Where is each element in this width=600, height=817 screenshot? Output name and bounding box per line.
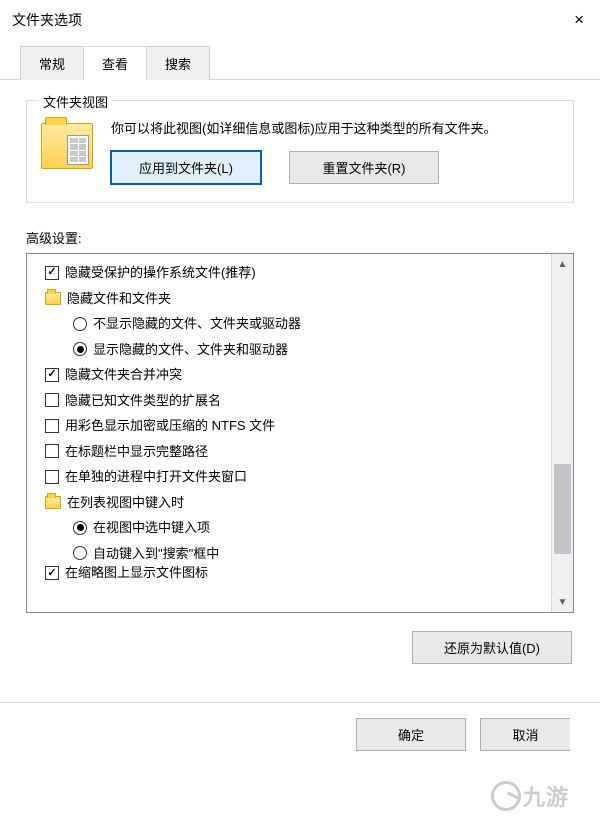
tree-item-label: 在缩略图上显示文件图标: [65, 566, 208, 580]
tree-item-5[interactable]: 隐藏已知文件类型的扩展名: [35, 388, 551, 414]
tree-item-label: 显示隐藏的文件、文件夹和驱动器: [93, 340, 288, 360]
tree-item-8[interactable]: 在单独的进程中打开文件夹窗口: [35, 464, 551, 490]
tree-item-7[interactable]: 在标题栏中显示完整路径: [35, 439, 551, 465]
scroll-down-icon[interactable]: ▼: [552, 592, 573, 612]
radio-icon: [73, 521, 87, 535]
window-title: 文件夹选项: [12, 10, 82, 30]
checkbox-icon: [45, 419, 59, 433]
checkbox-icon: [45, 470, 59, 484]
tree-item-label: 隐藏文件夹合并冲突: [65, 365, 182, 385]
tree-item-10[interactable]: 在视图中选中键入项: [35, 515, 551, 541]
scrollbar-thumb[interactable]: [554, 464, 571, 554]
advanced-settings-tree[interactable]: 隐藏受保护的操作系统文件(推荐) 隐藏文件和文件夹不显示隐藏的文件、文件夹或驱动器…: [26, 253, 574, 613]
scrollbar-vertical[interactable]: ▲ ▼: [551, 254, 573, 612]
tree-item-label: 在标题栏中显示完整路径: [65, 442, 208, 462]
radio-icon: [73, 546, 87, 560]
checkbox-icon: [45, 368, 59, 382]
tree-item-label: 不显示隐藏的文件、文件夹或驱动器: [93, 314, 301, 334]
tree-item-6[interactable]: 用彩色显示加密或压缩的 NTFS 文件: [35, 413, 551, 439]
tree-item-label: 隐藏已知文件类型的扩展名: [65, 391, 221, 411]
checkbox-icon: [45, 444, 59, 458]
reset-folders-button[interactable]: 重置文件夹(R): [289, 151, 439, 184]
folder-view-legend: 文件夹视图: [39, 92, 112, 111]
tree-item-label: 在单独的进程中打开文件夹窗口: [65, 467, 247, 487]
scroll-up-icon[interactable]: ▲: [552, 254, 573, 274]
tree-item-12[interactable]: 在缩略图上显示文件图标: [35, 566, 551, 580]
tab-0[interactable]: 常规: [20, 46, 84, 80]
apply-to-folders-button[interactable]: 应用到文件夹(L): [111, 151, 261, 184]
checkbox-icon: [45, 266, 59, 280]
tree-item-4[interactable]: 隐藏文件夹合并冲突: [35, 362, 551, 388]
ok-button[interactable]: 确定: [356, 718, 466, 751]
tree-item-9[interactable]: 在列表视图中键入时: [35, 490, 551, 516]
folder-icon: [45, 292, 61, 305]
folder-icon: [45, 496, 61, 509]
radio-icon: [73, 317, 87, 331]
folder-view-desc: 你可以将此视图(如详细信息或图标)应用于这种类型的所有文件夹。: [111, 119, 559, 139]
tree-item-label: 自动键入到"搜索"框中: [93, 544, 219, 564]
tree-item-label: 在列表视图中键入时: [67, 493, 184, 513]
watermark: 九游: [460, 775, 600, 817]
tree-item-11[interactable]: 自动键入到"搜索"框中: [35, 541, 551, 567]
restore-defaults-button[interactable]: 还原为默认值(D): [412, 631, 572, 664]
cancel-button[interactable]: 取消: [480, 718, 570, 751]
tree-item-0[interactable]: 隐藏受保护的操作系统文件(推荐): [35, 260, 551, 286]
tree-item-3[interactable]: 显示隐藏的文件、文件夹和驱动器: [35, 337, 551, 363]
tree-item-2[interactable]: 不显示隐藏的文件、文件夹或驱动器: [35, 311, 551, 337]
advanced-settings-label: 高级设置:: [26, 228, 574, 247]
tree-item-label: 用彩色显示加密或压缩的 NTFS 文件: [65, 416, 275, 436]
tab-2[interactable]: 搜索: [146, 46, 210, 80]
folder-view-icon: [41, 123, 93, 169]
tree-item-label: 隐藏文件和文件夹: [67, 289, 171, 309]
tree-item-label: 在视图中选中键入项: [93, 518, 210, 538]
checkbox-icon: [45, 393, 59, 407]
close-icon[interactable]: ×: [570, 10, 588, 30]
tab-1[interactable]: 查看: [83, 46, 147, 80]
tree-item-label: 隐藏受保护的操作系统文件(推荐): [65, 263, 256, 283]
checkbox-icon: [45, 566, 59, 580]
tree-item-1[interactable]: 隐藏文件和文件夹: [35, 286, 551, 312]
radio-icon: [73, 342, 87, 356]
